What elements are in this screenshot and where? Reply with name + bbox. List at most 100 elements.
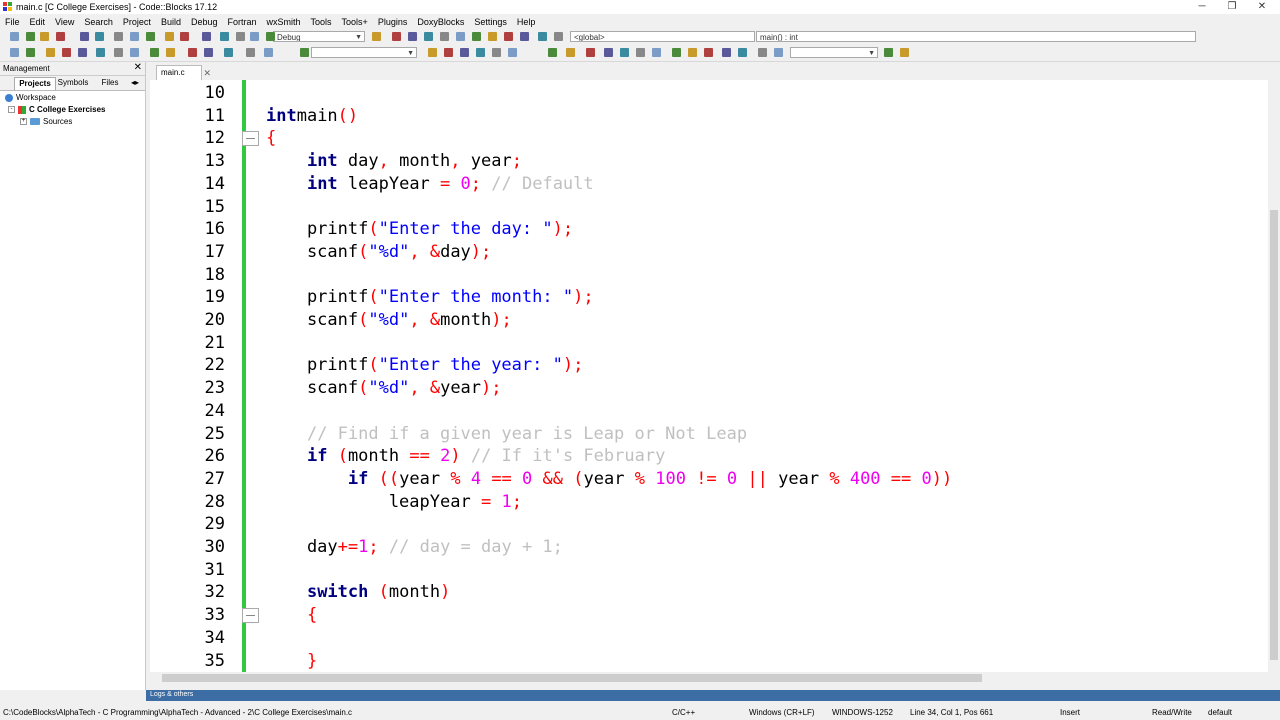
code-line[interactable]: 14 int leapYear = 0; // Default xyxy=(150,173,1268,195)
toolbar-icon-button[interactable] xyxy=(114,32,123,41)
code-line[interactable]: 11 intmain() xyxy=(150,105,1268,127)
toolbar-icon-button[interactable] xyxy=(96,48,105,57)
menu-project[interactable]: Project xyxy=(118,17,156,27)
toolbar-icon-button[interactable] xyxy=(10,32,19,41)
tab-files[interactable]: Files xyxy=(95,77,125,89)
toolbar-icon-button[interactable] xyxy=(146,32,155,41)
toolbar-icon-button[interactable] xyxy=(704,48,713,57)
toolbar-icon-button[interactable] xyxy=(722,48,731,57)
code-line[interactable]: 22 printf("Enter the year: "); xyxy=(150,354,1268,376)
menu-file[interactable]: File xyxy=(0,17,25,27)
toolbar-icon-button[interactable] xyxy=(566,48,575,57)
menu-tools[interactable]: Tools+ xyxy=(337,17,373,27)
menu-search[interactable]: Search xyxy=(79,17,118,27)
toolbar-icon-button[interactable] xyxy=(604,48,613,57)
toolbar-icon-button[interactable] xyxy=(62,48,71,57)
toolbar-icon-button[interactable] xyxy=(264,48,273,57)
toolbar-icon-button[interactable] xyxy=(424,32,433,41)
horizontal-scrollbar[interactable] xyxy=(150,672,1268,684)
toolbar-icon-button[interactable] xyxy=(130,48,139,57)
code-line[interactable]: 27 if ((year % 4 == 0 && (year % 100 != … xyxy=(150,468,1268,490)
code-line[interactable]: 19 printf("Enter the month: "); xyxy=(150,286,1268,308)
toolbar-icon-button[interactable] xyxy=(520,32,529,41)
toolbar-icon-button[interactable] xyxy=(56,32,65,41)
toolbar-icon-button[interactable] xyxy=(428,48,437,57)
toolbar-icon-button[interactable] xyxy=(114,48,123,57)
code-line[interactable]: 18 xyxy=(150,264,1268,286)
fold-toggle-icon[interactable] xyxy=(242,131,259,147)
minimize-button[interactable]: ─ xyxy=(1192,1,1212,13)
toolbar-icon-button[interactable] xyxy=(26,48,35,57)
toolbar-icon-button[interactable] xyxy=(548,48,557,57)
code-line[interactable]: 35 } xyxy=(150,650,1268,672)
toolbar-icon-button[interactable] xyxy=(444,48,453,57)
toolbar-icon-button[interactable] xyxy=(40,32,49,41)
close-window-button[interactable]: ✕ xyxy=(1252,1,1272,13)
toolbar-icon-button[interactable] xyxy=(492,48,501,57)
toolbar-icon-button[interactable] xyxy=(554,32,563,41)
menu-tools[interactable]: Tools xyxy=(306,17,337,27)
toolbar-icon-button[interactable] xyxy=(440,32,449,41)
toolbar-icon-button[interactable] xyxy=(150,48,159,57)
toolbar-icon-button[interactable] xyxy=(80,32,89,41)
code-line[interactable]: 10 xyxy=(150,82,1268,104)
menu-edit[interactable]: Edit xyxy=(25,17,51,27)
toolbar-icon-button[interactable] xyxy=(586,48,595,57)
code-line[interactable]: 21 xyxy=(150,332,1268,354)
toolbar-icon-button[interactable] xyxy=(508,48,517,57)
toolbar-icon-button[interactable] xyxy=(165,32,174,41)
toolbar-icon-button[interactable] xyxy=(26,32,35,41)
toolbar-icon-button[interactable] xyxy=(266,32,275,41)
menu-doxyblocks[interactable]: DoxyBlocks xyxy=(412,17,469,27)
symbol-select[interactable]: main() : int xyxy=(756,31,1196,42)
menu-plugins[interactable]: Plugins xyxy=(373,17,413,27)
toolbar-icon-button[interactable] xyxy=(884,48,893,57)
close-panel-button[interactable]: ✕ xyxy=(134,62,142,73)
code-line[interactable]: 26 if (month == 2) // If it's February xyxy=(150,445,1268,467)
toolbar-icon-button[interactable] xyxy=(758,48,767,57)
menu-build[interactable]: Build xyxy=(156,17,186,27)
vertical-scrollbar[interactable] xyxy=(1268,80,1280,672)
code-line[interactable]: 30 day+=1; // day = day + 1; xyxy=(150,536,1268,558)
tab-scroll-arrows[interactable]: ◂▸ xyxy=(127,77,143,89)
code-line[interactable]: 25 // Find if a given year is Leap or No… xyxy=(150,423,1268,445)
toolbar-icon-button[interactable] xyxy=(224,48,233,57)
code-line[interactable]: 24 xyxy=(150,400,1268,422)
toolbar-icon-button[interactable] xyxy=(472,32,481,41)
code-line[interactable]: 28 leapYear = 1; xyxy=(150,491,1268,513)
toolbar-icon-button[interactable] xyxy=(460,48,469,57)
toolbar-icon-button[interactable] xyxy=(220,32,229,41)
toolbar-icon-button[interactable] xyxy=(672,48,681,57)
code-line[interactable]: 31 xyxy=(150,559,1268,581)
toolbar-icon-button[interactable] xyxy=(620,48,629,57)
code-line[interactable]: 20 scanf("%d", &month); xyxy=(150,309,1268,331)
toolbar-icon-button[interactable] xyxy=(392,32,401,41)
logs-panel-header[interactable]: Logs & others xyxy=(146,690,1280,701)
toolbar-icon-button[interactable] xyxy=(246,48,255,57)
toolbar-icon-button[interactable] xyxy=(95,32,104,41)
toolbar-icon-button[interactable] xyxy=(250,32,259,41)
code-editor[interactable]: 10 11 intmain() 12{13 int day, month, year;… xyxy=(150,80,1268,672)
toolbar-icon-button[interactable] xyxy=(46,48,55,57)
code-line[interactable]: 29 xyxy=(150,513,1268,535)
menu-settings[interactable]: Settings xyxy=(469,17,512,27)
toolbar-icon-button[interactable] xyxy=(688,48,697,57)
horizontal-scroll-thumb[interactable] xyxy=(162,674,982,682)
toolbar-icon-button[interactable] xyxy=(236,32,245,41)
toolbar-icon-button[interactable] xyxy=(476,48,485,57)
menu-view[interactable]: View xyxy=(50,17,79,27)
vertical-scroll-thumb[interactable] xyxy=(1270,210,1278,660)
close-tab-icon[interactable]: ✕ xyxy=(203,66,211,80)
toolbar-icon-button[interactable] xyxy=(372,32,381,41)
toolbar-icon-button[interactable] xyxy=(456,32,465,41)
code-line[interactable]: 15 xyxy=(150,196,1268,218)
menu-fortran[interactable]: Fortran xyxy=(222,17,261,27)
menu-help[interactable]: Help xyxy=(512,17,541,27)
code-line[interactable]: 16 printf("Enter the day: "); xyxy=(150,218,1268,240)
tree-sources[interactable]: + Sources xyxy=(20,117,72,126)
tree-project[interactable]: - C College Exercises xyxy=(8,105,105,114)
toolbar-icon-button[interactable] xyxy=(636,48,645,57)
restore-button[interactable]: ❐ xyxy=(1222,1,1242,13)
menu-wxsmith[interactable]: wxSmith xyxy=(262,17,306,27)
tree-workspace[interactable]: Workspace xyxy=(5,93,56,102)
